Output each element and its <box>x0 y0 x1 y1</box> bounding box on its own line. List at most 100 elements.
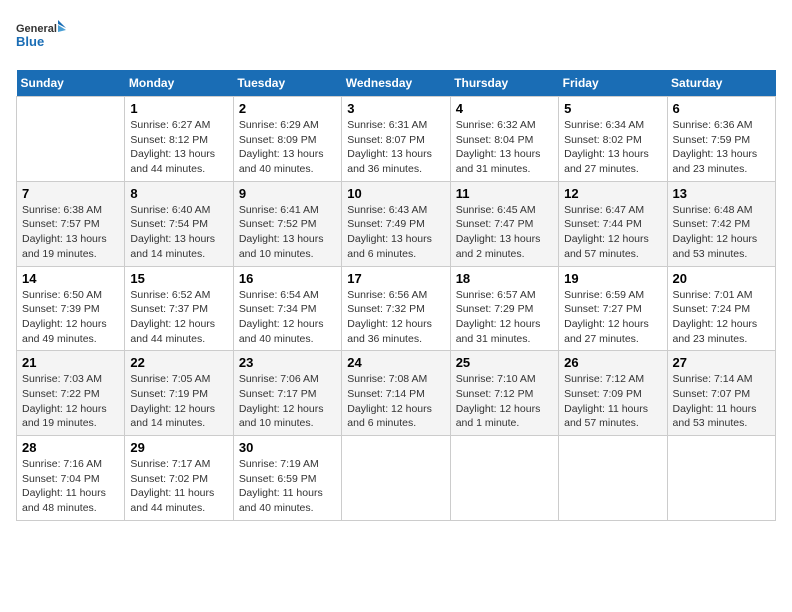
day-info: Sunrise: 6:48 AM Sunset: 7:42 PM Dayligh… <box>673 203 770 262</box>
col-header-wednesday: Wednesday <box>342 70 450 97</box>
day-info: Sunrise: 6:32 AM Sunset: 8:04 PM Dayligh… <box>456 118 553 177</box>
day-cell: 3 Sunrise: 6:31 AM Sunset: 8:07 PM Daylig… <box>342 97 450 182</box>
day-number: 3 <box>347 101 444 116</box>
day-cell: 22 Sunrise: 7:05 AM Sunset: 7:19 PM Dayli… <box>125 351 233 436</box>
day-info: Sunrise: 6:36 AM Sunset: 7:59 PM Dayligh… <box>673 118 770 177</box>
day-cell: 16 Sunrise: 6:54 AM Sunset: 7:34 PM Dayli… <box>233 266 341 351</box>
col-header-friday: Friday <box>559 70 667 97</box>
day-info: Sunrise: 6:56 AM Sunset: 7:32 PM Dayligh… <box>347 288 444 347</box>
day-info: Sunrise: 6:27 AM Sunset: 8:12 PM Dayligh… <box>130 118 227 177</box>
day-cell: 12 Sunrise: 6:47 AM Sunset: 7:44 PM Dayli… <box>559 181 667 266</box>
week-row-1: 1 Sunrise: 6:27 AM Sunset: 8:12 PM Daylig… <box>17 97 776 182</box>
col-header-monday: Monday <box>125 70 233 97</box>
day-cell: 17 Sunrise: 6:56 AM Sunset: 7:32 PM Dayli… <box>342 266 450 351</box>
day-number: 17 <box>347 271 444 286</box>
day-info: Sunrise: 6:31 AM Sunset: 8:07 PM Dayligh… <box>347 118 444 177</box>
day-number: 14 <box>22 271 119 286</box>
day-info: Sunrise: 6:29 AM Sunset: 8:09 PM Dayligh… <box>239 118 336 177</box>
day-cell: 4 Sunrise: 6:32 AM Sunset: 8:04 PM Daylig… <box>450 97 558 182</box>
day-info: Sunrise: 6:43 AM Sunset: 7:49 PM Dayligh… <box>347 203 444 262</box>
col-header-saturday: Saturday <box>667 70 775 97</box>
day-number: 2 <box>239 101 336 116</box>
day-info: Sunrise: 6:59 AM Sunset: 7:27 PM Dayligh… <box>564 288 661 347</box>
day-number: 20 <box>673 271 770 286</box>
day-number: 11 <box>456 186 553 201</box>
day-number: 4 <box>456 101 553 116</box>
day-cell: 8Sunrise: 6:40 AM Sunset: 7:54 PM Daylig… <box>125 181 233 266</box>
day-info: Sunrise: 7:12 AM Sunset: 7:09 PM Dayligh… <box>564 372 661 431</box>
day-cell: 27 Sunrise: 7:14 AM Sunset: 7:07 PM Dayli… <box>667 351 775 436</box>
day-info: Sunrise: 7:14 AM Sunset: 7:07 PM Dayligh… <box>673 372 770 431</box>
header-row: SundayMondayTuesdayWednesdayThursdayFrid… <box>17 70 776 97</box>
day-cell: 6 Sunrise: 6:36 AM Sunset: 7:59 PM Daylig… <box>667 97 775 182</box>
day-number: 9 <box>239 186 336 201</box>
day-cell: 18 Sunrise: 6:57 AM Sunset: 7:29 PM Dayli… <box>450 266 558 351</box>
day-info: Sunrise: 7:05 AM Sunset: 7:19 PM Dayligh… <box>130 372 227 431</box>
day-info: Sunrise: 7:01 AM Sunset: 7:24 PM Dayligh… <box>673 288 770 347</box>
day-info: Sunrise: 6:45 AM Sunset: 7:47 PM Dayligh… <box>456 203 553 262</box>
day-cell: 15Sunrise: 6:52 AM Sunset: 7:37 PM Dayli… <box>125 266 233 351</box>
day-cell <box>17 97 125 182</box>
day-cell <box>559 436 667 521</box>
day-number: 6 <box>673 101 770 116</box>
day-number: 25 <box>456 355 553 370</box>
day-number: 28 <box>22 440 119 455</box>
day-number: 21 <box>22 355 119 370</box>
col-header-tuesday: Tuesday <box>233 70 341 97</box>
day-number: 18 <box>456 271 553 286</box>
day-number: 13 <box>673 186 770 201</box>
logo-icon: General Blue <box>16 16 66 58</box>
day-info: Sunrise: 6:57 AM Sunset: 7:29 PM Dayligh… <box>456 288 553 347</box>
day-number: 26 <box>564 355 661 370</box>
day-info: Sunrise: 6:41 AM Sunset: 7:52 PM Dayligh… <box>239 203 336 262</box>
day-number: 30 <box>239 440 336 455</box>
day-cell: 25Sunrise: 7:10 AM Sunset: 7:12 PM Dayli… <box>450 351 558 436</box>
day-info: Sunrise: 6:54 AM Sunset: 7:34 PM Dayligh… <box>239 288 336 347</box>
day-cell: 21 Sunrise: 7:03 AM Sunset: 7:22 PM Dayli… <box>17 351 125 436</box>
day-cell: 5 Sunrise: 6:34 AM Sunset: 8:02 PM Daylig… <box>559 97 667 182</box>
day-number: 5 <box>564 101 661 116</box>
day-cell <box>342 436 450 521</box>
week-row-4: 21 Sunrise: 7:03 AM Sunset: 7:22 PM Dayli… <box>17 351 776 436</box>
day-number: 22 <box>130 355 227 370</box>
day-number: 29 <box>130 440 227 455</box>
day-info: Sunrise: 7:19 AM Sunset: 6:59 PM Dayligh… <box>239 457 336 516</box>
day-info: Sunrise: 6:47 AM Sunset: 7:44 PM Dayligh… <box>564 203 661 262</box>
day-number: 10 <box>347 186 444 201</box>
day-info: Sunrise: 7:08 AM Sunset: 7:14 PM Dayligh… <box>347 372 444 431</box>
day-info: Sunrise: 7:17 AM Sunset: 7:02 PM Dayligh… <box>130 457 227 516</box>
day-number: 1 <box>130 101 227 116</box>
week-row-2: 7Sunrise: 6:38 AM Sunset: 7:57 PM Daylig… <box>17 181 776 266</box>
day-info: Sunrise: 7:03 AM Sunset: 7:22 PM Dayligh… <box>22 372 119 431</box>
day-cell: 28 Sunrise: 7:16 AM Sunset: 7:04 PM Dayli… <box>17 436 125 521</box>
day-cell: 30 Sunrise: 7:19 AM Sunset: 6:59 PM Dayli… <box>233 436 341 521</box>
day-cell: 24 Sunrise: 7:08 AM Sunset: 7:14 PM Dayli… <box>342 351 450 436</box>
day-info: Sunrise: 7:06 AM Sunset: 7:17 PM Dayligh… <box>239 372 336 431</box>
col-header-sunday: Sunday <box>17 70 125 97</box>
day-cell: 29 Sunrise: 7:17 AM Sunset: 7:02 PM Dayli… <box>125 436 233 521</box>
day-number: 16 <box>239 271 336 286</box>
week-row-3: 14 Sunrise: 6:50 AM Sunset: 7:39 PM Dayli… <box>17 266 776 351</box>
day-number: 24 <box>347 355 444 370</box>
day-cell: 11 Sunrise: 6:45 AM Sunset: 7:47 PM Dayli… <box>450 181 558 266</box>
day-number: 7 <box>22 186 119 201</box>
day-number: 27 <box>673 355 770 370</box>
svg-text:Blue: Blue <box>16 34 44 49</box>
day-cell <box>450 436 558 521</box>
day-cell <box>667 436 775 521</box>
day-info: Sunrise: 6:40 AM Sunset: 7:54 PM Dayligh… <box>130 203 227 262</box>
day-info: Sunrise: 6:34 AM Sunset: 8:02 PM Dayligh… <box>564 118 661 177</box>
day-cell: 14 Sunrise: 6:50 AM Sunset: 7:39 PM Dayli… <box>17 266 125 351</box>
day-number: 19 <box>564 271 661 286</box>
day-cell: 19 Sunrise: 6:59 AM Sunset: 7:27 PM Dayli… <box>559 266 667 351</box>
day-info: Sunrise: 6:50 AM Sunset: 7:39 PM Dayligh… <box>22 288 119 347</box>
day-number: 23 <box>239 355 336 370</box>
day-cell: 23 Sunrise: 7:06 AM Sunset: 7:17 PM Dayli… <box>233 351 341 436</box>
day-cell: 20 Sunrise: 7:01 AM Sunset: 7:24 PM Dayli… <box>667 266 775 351</box>
day-info: Sunrise: 7:16 AM Sunset: 7:04 PM Dayligh… <box>22 457 119 516</box>
col-header-thursday: Thursday <box>450 70 558 97</box>
day-cell: 9 Sunrise: 6:41 AM Sunset: 7:52 PM Daylig… <box>233 181 341 266</box>
day-cell: 26 Sunrise: 7:12 AM Sunset: 7:09 PM Dayli… <box>559 351 667 436</box>
day-number: 12 <box>564 186 661 201</box>
day-cell: 1 Sunrise: 6:27 AM Sunset: 8:12 PM Daylig… <box>125 97 233 182</box>
